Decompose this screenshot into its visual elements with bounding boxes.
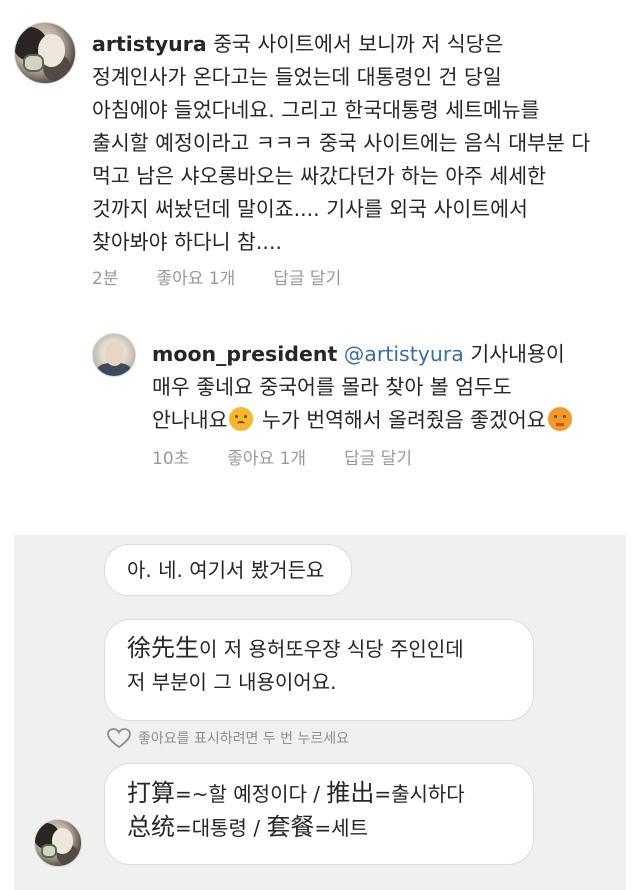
direct-message-thread: 아. 네. 여기서 봤거든요 徐先生이 저 용허또우쟝 식당 주인인데 저 부분… xyxy=(14,535,626,890)
comment-meta-artistyura: 2분 좋아요 1개 답글 달기 xyxy=(92,264,379,289)
message-text: 이 저 용허또우쟝 식당 주인인데 xyxy=(199,637,464,661)
double-tap-like-hint: 좋아요를 표시하려면 두 번 누르세요 xyxy=(106,727,349,749)
comment-meta-moon-president: 10초 좋아요 1개 답글 달기 xyxy=(152,444,450,469)
likes-count[interactable]: 좋아요 1개 xyxy=(156,264,235,289)
comment-artistyura: artistyura 중국 사이트에서 보니까 저 식당은 정계인사가 온다고는… xyxy=(92,32,591,254)
message-text: 아. 네. 여기서 봤거든요 xyxy=(127,558,325,582)
comment-time: 10초 xyxy=(152,449,190,469)
message-text: 저 부분이 그 내용이어요. xyxy=(127,670,337,694)
avatar-artistyura[interactable] xyxy=(14,22,76,84)
likes-count[interactable]: 좋아요 1개 xyxy=(227,444,306,469)
message-bubble-1[interactable]: 아. 네. 여기서 봤거든요 xyxy=(104,544,352,596)
message-bubble-3[interactable]: 打算=~할 예정이다 / 推出=출시하다 总统=대통령 / 套餐=세트 xyxy=(104,763,534,865)
message-text-chinese: 徐先生 xyxy=(127,634,199,662)
message-bubble-2[interactable]: 徐先生이 저 용허또우쟝 식당 주인인데 저 부분이 그 내용이어요. xyxy=(104,619,534,721)
comments-section: artistyura 중국 사이트에서 보니까 저 식당은 정계인사가 온다고는… xyxy=(0,0,640,535)
comment-time: 2분 xyxy=(92,269,119,289)
comment-moon-president: moon_president @artistyura 기사내용이 매우 좋네요 … xyxy=(152,338,632,437)
avatar-sender[interactable] xyxy=(34,819,82,867)
username-artistyura[interactable]: artistyura xyxy=(92,32,207,56)
avatar-moon-president[interactable] xyxy=(92,333,136,377)
loudly-crying-face-icon xyxy=(547,407,572,431)
username-moon-president[interactable]: moon_president xyxy=(152,342,337,366)
reply-button[interactable]: 답글 달기 xyxy=(344,444,412,469)
mention-artistyura[interactable]: @artistyura xyxy=(344,342,464,366)
reply-button[interactable]: 답글 달기 xyxy=(273,264,341,289)
frowning-face-icon xyxy=(229,407,254,431)
heart-outline-icon[interactable] xyxy=(106,727,132,749)
